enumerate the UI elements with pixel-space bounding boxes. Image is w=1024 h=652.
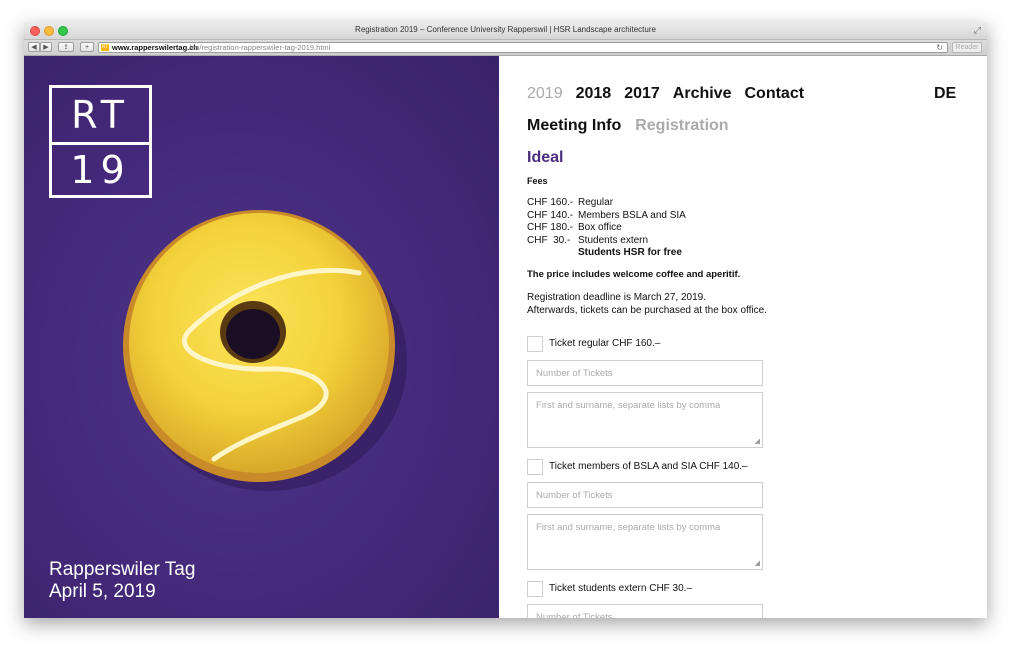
reload-icon[interactable]: ↻ — [936, 43, 943, 53]
subnav-registration[interactable]: Registration — [635, 117, 728, 135]
fee-description: Members BSLA and SIA — [578, 209, 686, 221]
nav-contact[interactable]: Contact — [744, 85, 804, 103]
fee-row: CHF 140.- Members BSLA and SIA — [527, 210, 686, 223]
fee-description: Regular — [578, 197, 614, 208]
url-host: www.rapperswilertag.ch — [112, 43, 198, 52]
donut-image — [123, 210, 407, 491]
language-switch[interactable]: DE — [934, 85, 956, 103]
share-button[interactable]: ⇪ — [58, 42, 74, 52]
ticket-regular-label: Ticket regular CHF 160.– — [549, 338, 661, 349]
nav-2019[interactable]: 2019 — [527, 85, 563, 103]
url-path: /en/registration-rapperswiler-tag-2019.h… — [189, 43, 331, 52]
fee-amount: CHF 140.- — [527, 209, 574, 221]
names-placeholder: First and surname, separate lists by com… — [536, 522, 721, 533]
tier-heading: Ideal — [527, 149, 564, 166]
nav-2017[interactable]: 2017 — [624, 85, 660, 103]
ticket-regular-names-textarea[interactable]: First and surname, separate lists by com… — [527, 392, 763, 448]
browser-toolbar: ◀ ▶ ⇪ + RT www.rapperswilertag.ch /en/re… — [24, 40, 987, 56]
fee-description: Box office — [578, 222, 622, 234]
resize-grip-icon[interactable]: ◢ — [755, 438, 760, 445]
price-note: The price includes welcome coffee and ap… — [527, 269, 741, 280]
deadline-line: Registration deadline is March 27, 2019. — [527, 292, 706, 303]
fees-list: CHF 160.- Regular CHF 140.- Members BSLA a… — [527, 197, 686, 260]
fee-description: Students extern — [578, 234, 649, 246]
logo-top-text: RT — [71, 93, 130, 137]
hero-panel: RT 19 Rapperswiler Tag April 5, 2019 — [24, 56, 499, 618]
fullscreen-icon[interactable]: ⤢ — [974, 25, 981, 36]
fee-row: CHF 160.- Regular — [527, 197, 686, 210]
logo-bottom-text: 19 — [70, 148, 131, 192]
reader-button[interactable]: Reader — [952, 42, 982, 53]
ticket-regular-count-input[interactable]: Number of Tickets — [527, 360, 763, 386]
back-button[interactable]: ◀ — [28, 42, 40, 52]
site-favicon-icon: RT — [101, 44, 109, 51]
ticket-students-checkbox[interactable] — [527, 581, 543, 597]
content-panel: 2019 2018 2017 Archive Contact DE Meetin… — [499, 56, 987, 618]
fee-row: Students HSR for free — [527, 247, 686, 260]
ticket-students-count-input[interactable]: Number of Tickets — [527, 604, 763, 618]
title-bar: Registration 2019 – Conference Universit… — [24, 22, 987, 40]
fee-amount — [527, 247, 578, 260]
nav-2018[interactable]: 2018 — [576, 85, 612, 103]
fee-amount: CHF 180.- — [527, 222, 574, 234]
fee-description: Students HSR for free — [578, 247, 682, 259]
names-placeholder: First and surname, separate lists by com… — [536, 400, 721, 411]
event-date: April 5, 2019 — [49, 581, 156, 602]
fee-row: CHF 180.- Box office — [527, 222, 686, 235]
deadline-text: Registration deadline is March 27, 2019.… — [527, 291, 767, 317]
subnav-meeting-info[interactable]: Meeting Info — [527, 117, 621, 135]
browser-window: Registration 2019 – Conference Universit… — [24, 22, 987, 618]
ticket-members-checkbox[interactable] — [527, 459, 543, 475]
address-bar[interactable]: RT www.rapperswilertag.ch /en/registrati… — [98, 42, 948, 53]
nav-archive[interactable]: Archive — [673, 85, 732, 103]
ticket-regular-checkbox[interactable] — [527, 336, 543, 352]
window-title: Registration 2019 – Conference Universit… — [355, 25, 656, 34]
fee-row: CHF 30.- Students extern — [527, 235, 686, 248]
year-nav: 2019 2018 2017 Archive Contact — [527, 85, 804, 103]
fees-heading: Fees — [527, 176, 548, 186]
ticket-students-label: Ticket students extern CHF 30.– — [549, 583, 693, 594]
rt19-logo[interactable]: RT 19 — [49, 85, 152, 198]
resize-grip-icon[interactable]: ◢ — [755, 560, 760, 567]
forward-button[interactable]: ▶ — [40, 42, 52, 52]
deadline-line: Afterwards, tickets can be purchased at … — [527, 305, 767, 316]
ticket-members-names-textarea[interactable]: First and surname, separate lists by com… — [527, 514, 763, 570]
event-name: Rapperswiler Tag — [49, 559, 196, 580]
fee-amount: CHF 30.- — [527, 234, 571, 246]
new-tab-button[interactable]: + — [80, 42, 94, 52]
sub-nav: Meeting Info Registration — [527, 117, 729, 135]
fee-amount: CHF 160.- — [527, 197, 574, 208]
ticket-members-count-input[interactable]: Number of Tickets — [527, 482, 763, 508]
ticket-members-label: Ticket members of BSLA and SIA CHF 140.– — [549, 461, 748, 472]
